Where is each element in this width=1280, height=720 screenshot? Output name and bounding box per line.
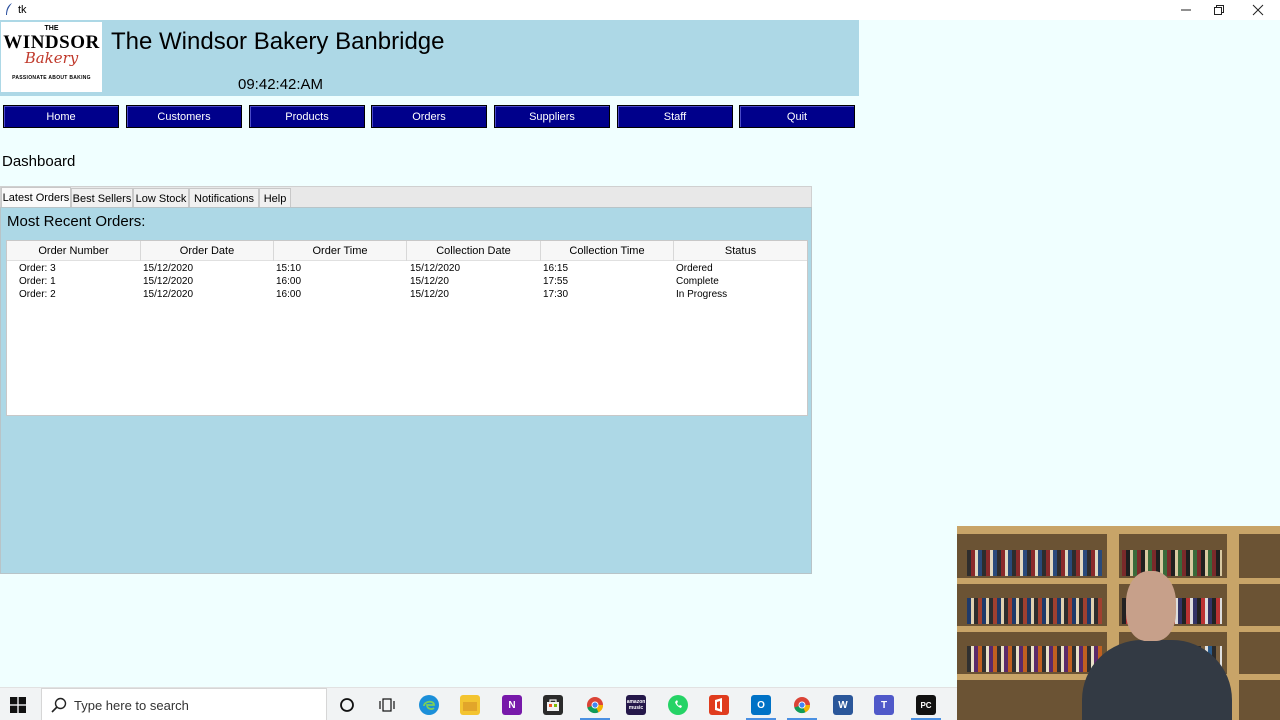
window-title: tk (18, 4, 27, 16)
logo-tagline: PASSIONATE ABOUT BAKING (12, 75, 91, 81)
table-cell: 16:00 (276, 289, 302, 300)
windows-start-icon[interactable] (10, 697, 26, 713)
pycharm-icon[interactable]: PC (916, 695, 936, 715)
minimize-icon[interactable] (1168, 0, 1204, 20)
table-cell: 15/12/20 (410, 289, 449, 300)
window-titlebar: tk (0, 0, 1280, 20)
search-placeholder: Type here to search (74, 698, 189, 713)
table-cell: 15/12/2020 (143, 263, 194, 274)
quit-button[interactable]: Quit (739, 105, 855, 128)
edge-icon[interactable] (419, 695, 439, 715)
tab-low-stock[interactable]: Low Stock (133, 188, 189, 208)
taskbar-search-box[interactable]: Type here to search (41, 688, 327, 720)
search-icon (51, 697, 67, 713)
latest-orders-panel: Most Recent Orders: Order Number Order D… (0, 207, 812, 574)
column-header[interactable]: Order Time (274, 241, 407, 261)
table-cell: Ordered (676, 263, 713, 274)
column-header[interactable]: Order Number (7, 241, 141, 261)
table-cell: 15/12/2020 (410, 263, 461, 274)
suppliers-button[interactable]: Suppliers (494, 105, 610, 128)
books-row (1122, 550, 1222, 576)
page-title: Dashboard (2, 153, 76, 170)
whatsapp-icon[interactable] (668, 695, 688, 715)
orders-button[interactable]: Orders (371, 105, 487, 128)
clock: 09:42:42:AM (238, 76, 324, 93)
tab-best-sellers[interactable]: Best Sellers (71, 188, 133, 208)
books-row (967, 598, 1102, 624)
orders-table[interactable]: Order Number Order Date Order Time Colle… (6, 240, 808, 416)
nav-bar: Home Customers Products Orders Suppliers… (0, 105, 859, 129)
column-header[interactable]: Collection Date (407, 241, 541, 261)
books-row (967, 646, 1102, 672)
bakery-logo: THE WINDSOR Bakery PASSIONATE ABOUT BAKI… (1, 22, 102, 92)
products-button[interactable]: Products (249, 105, 365, 128)
table-cell: Complete (676, 276, 719, 287)
table-row[interactable]: Order: 3 15/12/2020 15:10 15/12/2020 16:… (7, 262, 807, 275)
column-header[interactable]: Status (674, 241, 807, 261)
table-cell: 17:55 (543, 276, 569, 287)
table-cell: Order: 1 (19, 276, 56, 287)
table-cell: 15/12/2020 (143, 276, 194, 287)
teams-icon[interactable]: T (874, 695, 894, 715)
table-cell: 15/12/2020 (143, 289, 194, 300)
panel-heading: Most Recent Orders: (7, 213, 146, 230)
table-cell: 16:15 (543, 263, 569, 274)
home-button[interactable]: Home (3, 105, 119, 128)
table-cell: 17:30 (543, 289, 569, 300)
task-view-icon[interactable] (377, 695, 397, 715)
file-explorer-icon[interactable] (460, 695, 480, 715)
table-header: Order Number Order Date Order Time Colle… (7, 241, 807, 261)
books-row (967, 550, 1102, 576)
close-icon[interactable] (1240, 0, 1276, 20)
customers-button[interactable]: Customers (126, 105, 242, 128)
table-cell: Order: 3 (19, 263, 56, 274)
table-row[interactable]: Order: 1 15/12/2020 16:00 15/12/20 17:55… (7, 275, 807, 288)
table-cell: 16:00 (276, 276, 302, 287)
amazon-music-icon[interactable]: amazon music (626, 695, 646, 715)
dashboard-notebook: Latest Orders Best Sellers Low Stock Not… (0, 186, 812, 574)
table-row[interactable]: Order: 2 15/12/2020 16:00 15/12/20 17:30… (7, 288, 807, 301)
table-cell: Order: 2 (19, 289, 56, 300)
table-cell: 15/12/20 (410, 276, 449, 287)
tab-notifications[interactable]: Notifications (189, 188, 259, 208)
restore-icon[interactable] (1201, 0, 1237, 20)
store-icon[interactable] (543, 695, 563, 715)
word-icon[interactable]: W (833, 695, 853, 715)
onenote-icon[interactable]: N (502, 695, 522, 715)
tab-help[interactable]: Help (259, 188, 291, 208)
tab-strip: Latest Orders Best Sellers Low Stock Not… (0, 186, 812, 208)
windows-taskbar: Type here to search N amazon music O W T… (0, 687, 960, 720)
chrome-icon[interactable] (585, 695, 605, 715)
chrome-icon[interactable] (792, 695, 812, 715)
table-cell: 15:10 (276, 263, 302, 274)
tab-latest-orders[interactable]: Latest Orders (1, 187, 71, 208)
app-title: The Windsor Bakery Banbridge (111, 28, 445, 55)
office-icon[interactable] (709, 695, 729, 715)
outlook-icon[interactable]: O (751, 695, 771, 715)
column-header[interactable]: Collection Time (541, 241, 674, 261)
table-cell: In Progress (676, 289, 728, 300)
cortana-icon[interactable] (337, 695, 357, 715)
staff-button[interactable]: Staff (617, 105, 733, 128)
tk-feather-icon (6, 3, 12, 15)
column-header[interactable]: Order Date (141, 241, 274, 261)
presenter-head (1126, 571, 1176, 641)
